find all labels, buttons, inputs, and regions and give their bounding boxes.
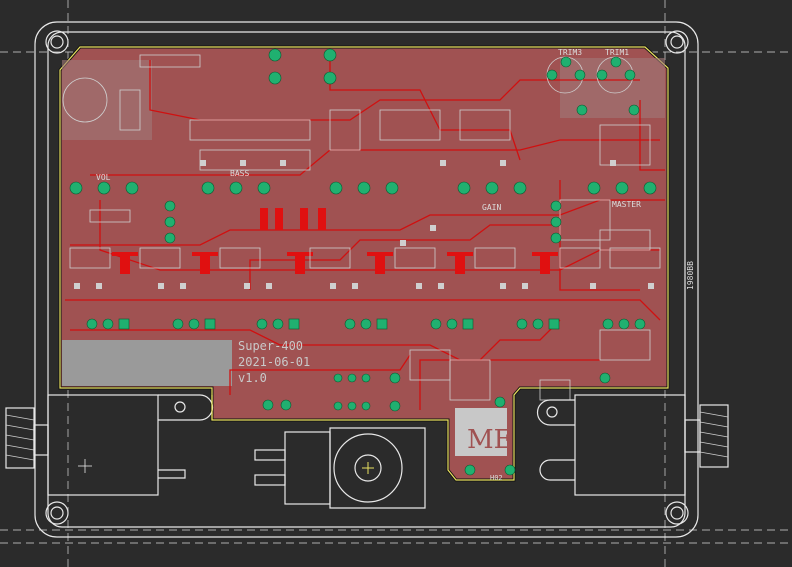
- label-trim-right: TRIM1: [605, 48, 629, 57]
- input-jack: [5, 394, 214, 496]
- label-bass: BASS: [230, 169, 249, 178]
- output-jack: [536, 394, 729, 496]
- project-version: v1.0: [238, 371, 267, 385]
- label-master: MASTER: [612, 200, 641, 209]
- maker-logo: ME: [455, 408, 513, 456]
- connector-label: H02: [490, 474, 503, 482]
- label-trim-left: TRIM3: [558, 48, 582, 57]
- side-label: 1980BB: [686, 261, 695, 290]
- keepout-right-top: [560, 58, 665, 118]
- project-name: Super-400: [238, 339, 303, 353]
- pcb-layout-view: VOL BASS GAIN MASTER TRIM3 TRIM1 Super-4…: [0, 0, 792, 567]
- project-date: 2021-06-01: [238, 355, 310, 369]
- label-gain: GAIN: [482, 203, 501, 212]
- logo-text: ME: [467, 425, 513, 455]
- label-vol: VOL: [96, 173, 111, 182]
- keepout-region: [62, 340, 232, 386]
